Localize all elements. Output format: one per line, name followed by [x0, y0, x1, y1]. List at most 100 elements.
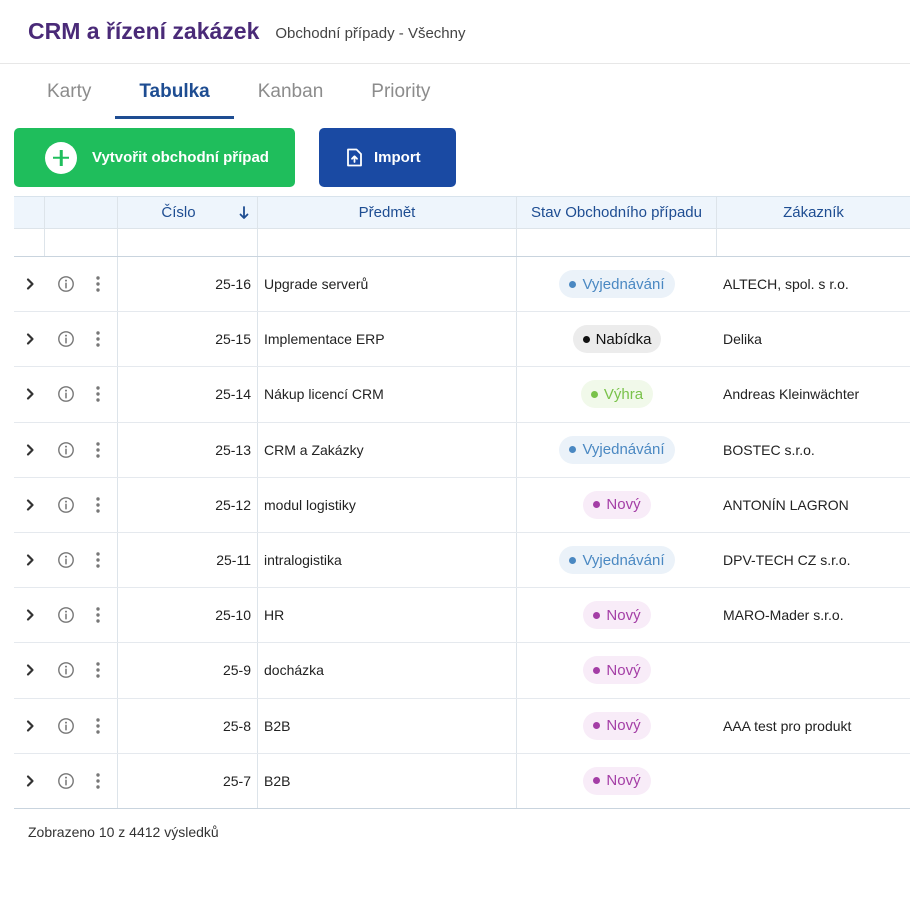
status-dot [593, 777, 601, 785]
table-row[interactable]: 25-9 docházka Nový [14, 643, 910, 699]
import-button[interactable]: Import [319, 128, 456, 187]
status-label: Nabídka [595, 330, 652, 348]
column-header-customer[interactable]: Zákazník [717, 197, 910, 228]
deal-customer [717, 754, 910, 808]
tab-karty[interactable]: Karty [23, 64, 115, 120]
chevron-right-icon[interactable] [25, 443, 35, 457]
expand-cell [14, 754, 45, 808]
table-row[interactable]: 25-13 CRM a Zakázky Vyjednávání BOSTEC s… [14, 422, 910, 478]
table-body: 25-16 Upgrade serverů Vyjednávání ALTECH… [14, 257, 910, 809]
chevron-right-icon[interactable] [25, 663, 35, 677]
status-label: Nový [606, 496, 641, 514]
deal-customer: MARO-Mader s.r.o. [723, 607, 844, 624]
chevron-right-icon[interactable] [25, 387, 35, 401]
deal-customer: Delika [723, 331, 762, 348]
row-actions-cell [45, 588, 118, 643]
info-icon[interactable] [57, 496, 75, 514]
more-vertical-icon[interactable] [95, 606, 101, 624]
expand-cell [14, 312, 45, 366]
row-actions-cell [45, 477, 118, 532]
filter-cell-number[interactable] [118, 229, 258, 256]
chevron-right-icon[interactable] [25, 553, 35, 567]
table-row[interactable]: 25-14 Nákup licencí CRM Výhra Andreas Kl… [14, 367, 910, 423]
info-icon[interactable] [57, 275, 75, 293]
table-row[interactable]: 25-8 B2B Nový AAA test pro produkt [14, 698, 910, 754]
expand-cell [14, 257, 45, 311]
deal-subject: HR [258, 588, 517, 643]
filter-cell-status[interactable] [517, 229, 717, 256]
table-row[interactable]: 25-10 HR Nový MARO-Mader s.r.o. [14, 588, 910, 644]
info-icon[interactable] [57, 772, 75, 790]
chevron-right-icon[interactable] [25, 277, 35, 291]
expand-cell [14, 699, 45, 753]
header-expand-cell [14, 197, 45, 228]
row-actions-cell [45, 422, 118, 477]
deal-status-cell: Vyjednávání [517, 533, 717, 587]
status-dot [590, 390, 598, 398]
view-tabs: Karty Tabulka Kanban Priority [0, 64, 910, 120]
filter-row [14, 229, 910, 257]
more-vertical-icon[interactable] [95, 496, 101, 514]
table-row[interactable]: 25-16 Upgrade serverů Vyjednávání ALTECH… [14, 257, 910, 313]
tab-priority[interactable]: Priority [347, 64, 454, 120]
more-vertical-icon[interactable] [95, 441, 101, 459]
more-vertical-icon[interactable] [95, 717, 101, 735]
status-dot [569, 446, 577, 454]
row-actions-cell [45, 698, 118, 753]
tab-kanban[interactable]: Kanban [234, 64, 348, 120]
table-row[interactable]: 25-12 modul logistiky Nový ANTONÍN LAGRO… [14, 477, 910, 533]
more-vertical-icon[interactable] [95, 330, 101, 348]
deal-status-cell: Vyjednávání [517, 423, 717, 477]
more-vertical-icon[interactable] [95, 661, 101, 679]
table-row[interactable]: 25-15 Implementace ERP Nabídka Delika [14, 312, 910, 368]
column-header-number[interactable]: Číslo [118, 197, 258, 228]
info-icon[interactable] [57, 441, 75, 459]
chevron-right-icon[interactable] [25, 608, 35, 622]
expand-cell [14, 643, 45, 697]
row-actions-cell [45, 532, 118, 588]
deal-subject: Upgrade serverů [258, 257, 517, 312]
info-icon[interactable] [57, 661, 75, 679]
info-icon[interactable] [57, 606, 75, 624]
table-row[interactable]: 25-11 intralogistika Vyjednávání DPV-TEC… [14, 532, 910, 589]
plus-icon [45, 141, 77, 174]
column-header-status[interactable]: Stav Obchodního případu [517, 197, 717, 228]
more-vertical-icon[interactable] [95, 275, 101, 293]
chevron-right-icon[interactable] [25, 332, 35, 346]
filter-cell-subject[interactable] [258, 229, 517, 256]
status-dot [569, 280, 577, 288]
deal-number: 25-15 [118, 312, 258, 367]
expand-cell [14, 367, 45, 421]
status-label: Vyjednávání [582, 551, 665, 569]
create-deal-label: Vytvořit obchodní případ [92, 149, 269, 166]
create-deal-button[interactable]: Vytvořit obchodní případ [14, 128, 295, 187]
status-label: Výhra [603, 385, 644, 403]
info-icon[interactable] [57, 717, 75, 735]
status-label: Nový [606, 772, 641, 790]
chevron-right-icon[interactable] [25, 774, 35, 788]
info-icon[interactable] [57, 551, 75, 569]
more-vertical-icon[interactable] [95, 551, 101, 569]
chevron-right-icon[interactable] [25, 498, 35, 512]
row-actions-cell [45, 367, 118, 422]
deal-number: 25-9 [118, 643, 258, 698]
status-badge: Nový [583, 601, 651, 630]
column-header-subject[interactable]: Předmět [258, 197, 517, 228]
info-icon[interactable] [57, 330, 75, 348]
chevron-right-icon[interactable] [25, 719, 35, 733]
more-vertical-icon[interactable] [95, 385, 101, 403]
results-count: Zobrazeno 10 z 4412 výsledků [28, 824, 219, 840]
status-badge: Vyjednávání [559, 546, 675, 575]
deal-subject: modul logistiky [258, 477, 517, 532]
arrow-down-icon[interactable] [239, 206, 249, 220]
filter-cell-customer[interactable] [717, 229, 910, 256]
filter-cell-expand [14, 229, 45, 256]
more-vertical-icon[interactable] [95, 772, 101, 790]
table-row[interactable]: 25-7 B2B Nový [14, 753, 910, 809]
crm-page: CRM a řízení zakázek Obchodní případy - … [0, 0, 910, 910]
row-actions-cell [45, 643, 118, 698]
status-label: Nový [606, 606, 641, 624]
deal-status-cell: Nabídka [517, 312, 717, 366]
info-icon[interactable] [57, 385, 75, 403]
tab-tabulka[interactable]: Tabulka [115, 64, 235, 120]
